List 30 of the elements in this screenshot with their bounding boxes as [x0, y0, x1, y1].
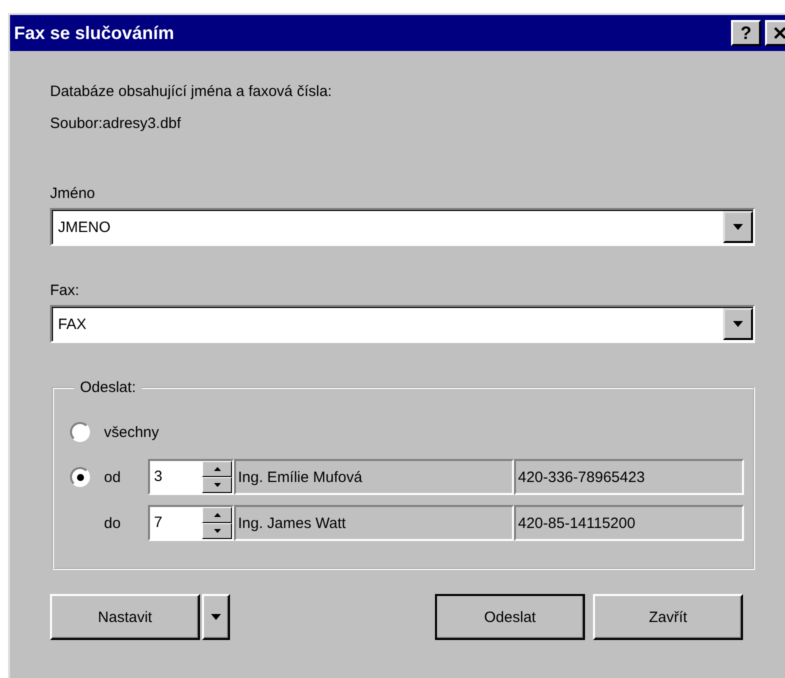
option-label[interactable]: všechny	[90, 424, 160, 440]
spin-up-icon[interactable]	[202, 507, 232, 523]
group-title: Odeslat:	[79, 379, 137, 396]
dropdown-button[interactable]	[202, 594, 230, 640]
spin-down-icon[interactable]	[202, 477, 232, 493]
number-spinner[interactable]: 7	[148, 505, 234, 541]
close-icon[interactable]	[772, 26, 785, 40]
field-label: Fax:	[50, 282, 80, 299]
window-title: Fax se slučováním	[14, 22, 174, 44]
fax-display: 420-85-14115200	[514, 505, 744, 541]
radio-button[interactable]	[70, 422, 90, 442]
dropdown-field[interactable]: JMENO	[50, 208, 755, 246]
spin-up-icon[interactable]	[202, 461, 232, 477]
field-label: Jméno	[50, 185, 96, 202]
spin-down-icon[interactable]	[202, 523, 232, 539]
radio-button-selected[interactable]	[70, 467, 90, 487]
send-button[interactable]: Odeslat	[435, 594, 585, 640]
option-label[interactable]: od	[90, 468, 148, 486]
help-button[interactable]: ?	[731, 20, 761, 46]
name-display: Ing. Emílie Mufová	[234, 459, 514, 495]
settings-button[interactable]: Nastavit	[50, 594, 200, 640]
name-display: Ing. James Watt	[234, 505, 514, 541]
file-text: Soubor:adresy3.dbf	[50, 114, 182, 134]
close-dialog-button[interactable]: Zavřít	[593, 594, 743, 640]
description-text: Databáze obsahující jména a faxová čísla:	[50, 82, 333, 102]
caret-icon[interactable]	[210, 613, 222, 621]
fax-display: 420-336-78965423	[514, 459, 744, 495]
option-label[interactable]: do	[90, 514, 148, 532]
number-spinner[interactable]: 3	[148, 459, 234, 495]
dropdown-field[interactable]: FAX	[50, 305, 755, 343]
